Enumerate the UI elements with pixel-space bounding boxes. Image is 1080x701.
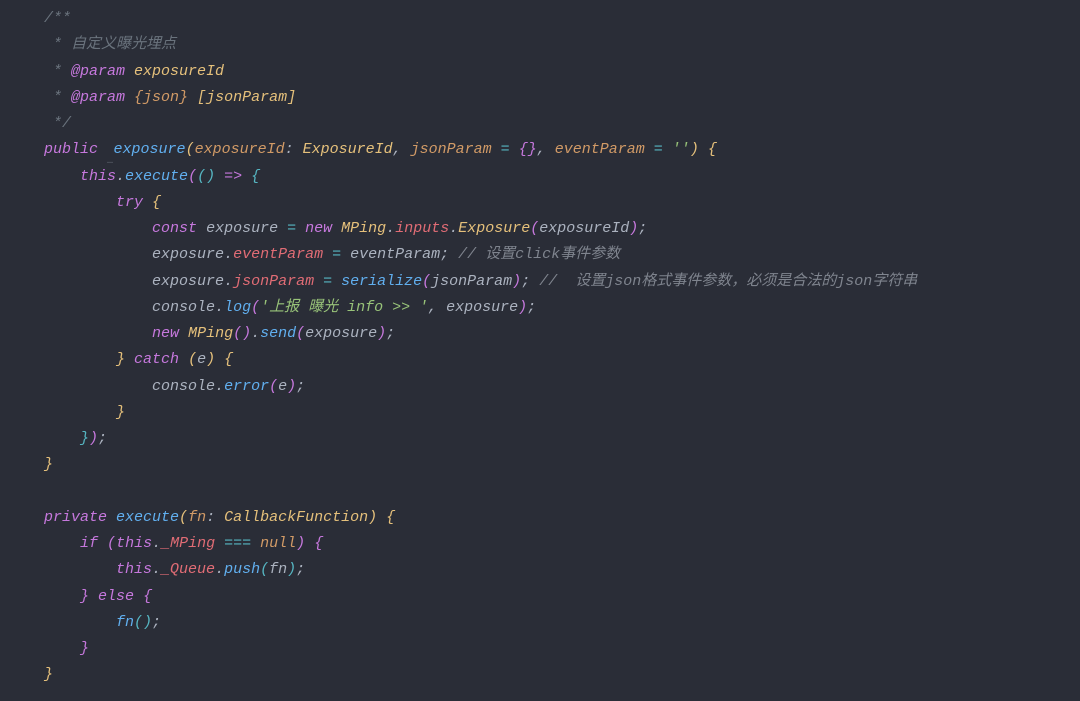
code-line: new MPing().send(exposure);: [44, 325, 395, 342]
code-line: exposure.jsonParam = serialize(jsonParam…: [44, 273, 917, 290]
code-line: });: [44, 430, 107, 447]
code-line: }: [44, 456, 53, 473]
doc-comment-line: /**: [44, 10, 71, 27]
code-line: if (this._MPing === null) {: [44, 535, 323, 552]
code-line: this._Queue.push(fn);: [44, 561, 305, 578]
code-line: this.execute(() => {: [44, 168, 260, 185]
doc-comment-line: */: [44, 115, 71, 132]
doc-comment-line: * @param exposureId: [44, 63, 224, 80]
method-signature-exposure: public …exposure(exposureId: ExposureId,…: [44, 141, 717, 158]
doc-comment-line: * @param {json} [jsonParam]: [44, 89, 296, 106]
code-line: }: [44, 404, 125, 421]
code-line: }: [44, 640, 89, 657]
code-line: try {: [44, 194, 161, 211]
code-line: } else {: [44, 588, 152, 605]
code-line: console.log('上报 曝光 info >> ', exposure);: [44, 299, 536, 316]
code-editor-content[interactable]: /** * 自定义曝光埋点 * @param exposureId * @par…: [0, 6, 1080, 689]
blank-line: [44, 483, 53, 500]
doc-comment-line: * 自定义曝光埋点: [44, 36, 176, 53]
method-signature-execute: private execute(fn: CallbackFunction) {: [44, 509, 395, 526]
code-line: }: [44, 666, 53, 683]
code-line: exposure.eventParam = eventParam; // 设置c…: [44, 246, 620, 263]
code-line: const exposure = new MPing.inputs.Exposu…: [44, 220, 647, 237]
code-line: console.error(e);: [44, 378, 305, 395]
code-line: } catch (e) {: [44, 351, 233, 368]
code-line: fn();: [44, 614, 161, 631]
inlay-hint-icon: …: [107, 156, 114, 167]
